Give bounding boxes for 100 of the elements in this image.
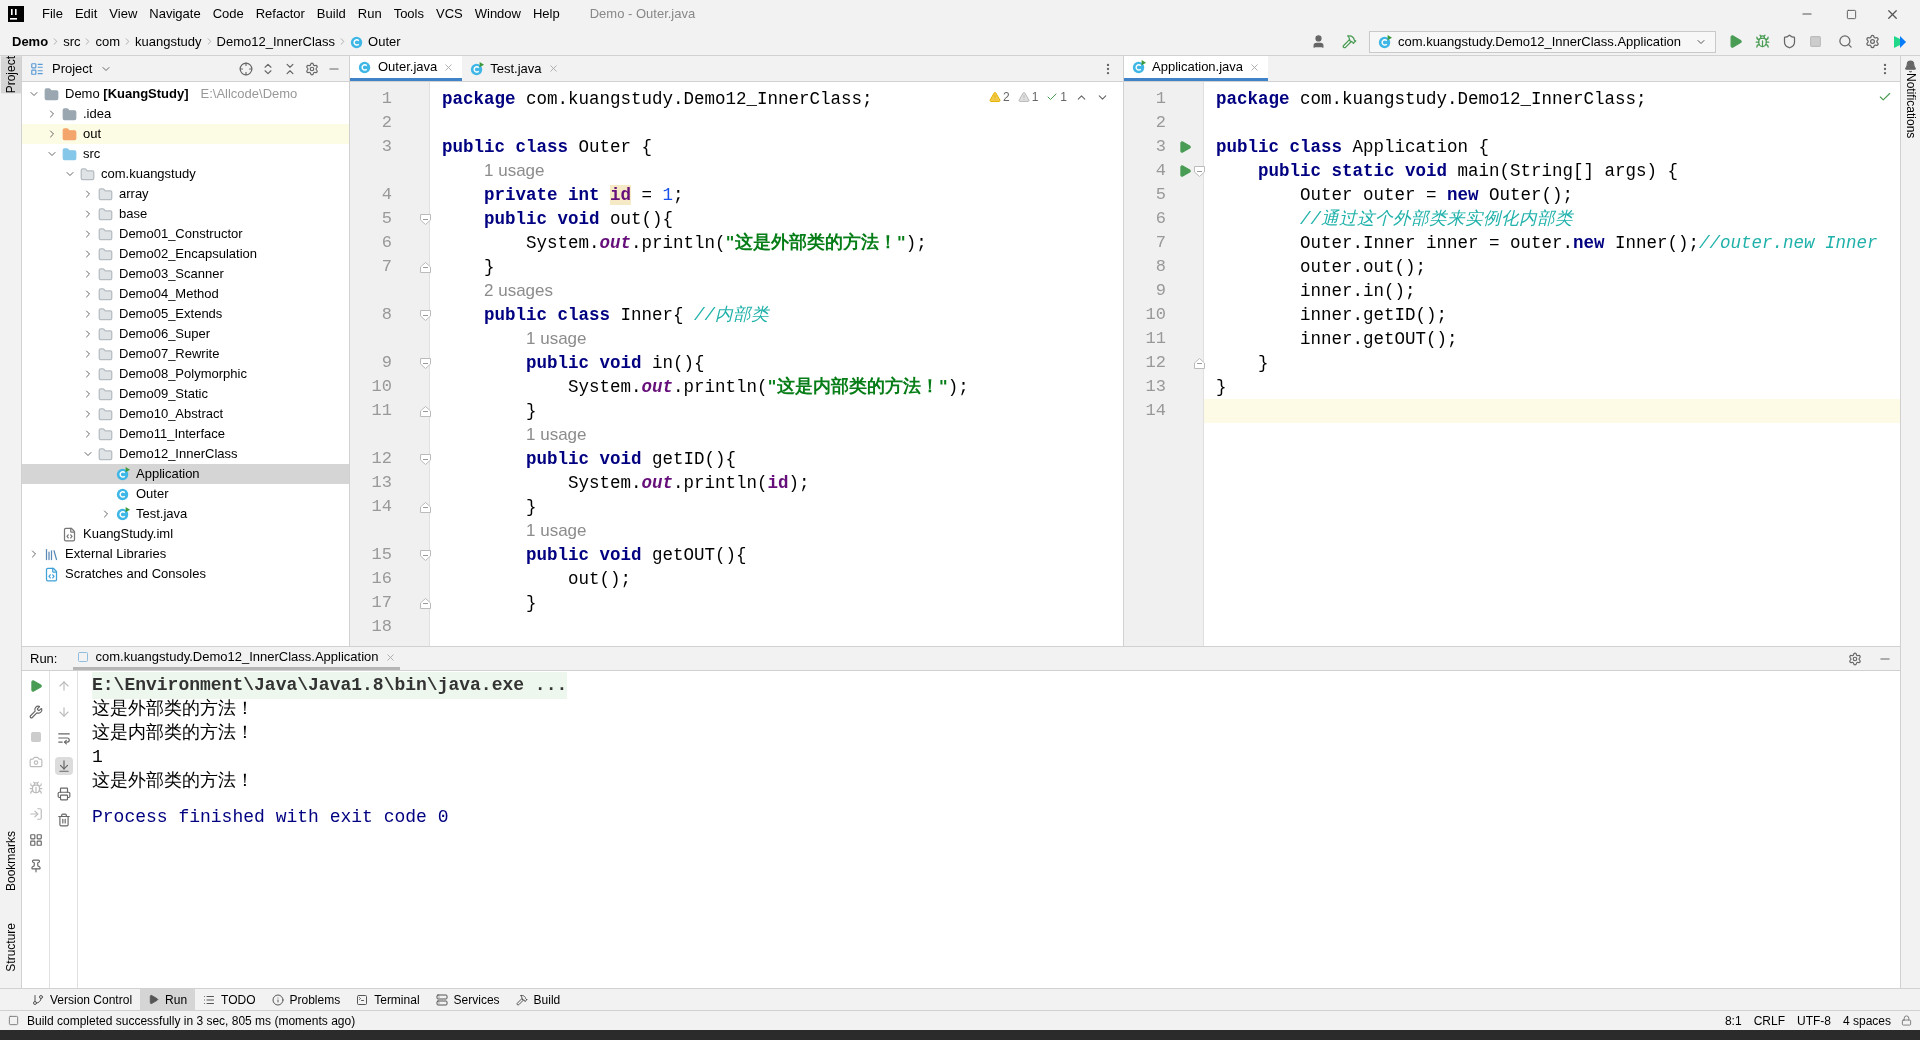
hammer-icon[interactable] [1341,34,1357,49]
collapse-all-icon[interactable] [283,61,297,76]
editor-tab[interactable]: Test.java [462,56,567,81]
tree-item[interactable]: Demo09_Static [22,384,349,404]
status-item[interactable]: CRLF [1747,1011,1791,1030]
status-item[interactable]: UTF-8 [1790,1011,1837,1030]
locate-icon[interactable] [239,61,253,76]
menu-item[interactable]: Window [468,4,527,24]
tree-item[interactable]: base [22,204,349,224]
side-tool-tab[interactable]: Structure [0,923,21,972]
menu-item[interactable]: Edit [68,4,104,24]
breadcrumb[interactable]: com [95,31,121,52]
rerun-icon[interactable] [28,679,43,693]
fold-marker-icon[interactable] [420,453,431,465]
menu-item[interactable]: Run [351,4,388,24]
tree-item[interactable]: Demo08_Polymorphic [22,364,349,384]
print-icon[interactable] [56,787,71,801]
fold-marker-icon[interactable] [420,309,431,321]
status-item[interactable]: 4 spaces [1836,1011,1897,1030]
tree-item[interactable]: Scratches and Consoles [22,564,349,584]
tree-item[interactable]: array [22,184,349,204]
menu-item[interactable]: Navigate [143,4,207,24]
breadcrumb[interactable]: kuangstudy [135,31,202,52]
tree-item[interactable]: External Libraries [22,544,349,564]
menu-item[interactable]: File [36,4,69,24]
user-icon[interactable] [1310,34,1326,49]
menu-item[interactable]: Help [526,4,566,24]
stop-icon[interactable] [1809,35,1822,48]
tree-item[interactable]: Demo05_Extends [22,304,349,324]
tree-item[interactable]: com.kuangstudy [22,164,349,184]
tree-item[interactable]: Demo10_Abstract [22,404,349,424]
coverage-icon[interactable] [1782,34,1797,49]
tree-item[interactable]: Application [22,464,349,484]
up-icon[interactable] [56,679,71,693]
menu-item[interactable]: Tools [387,4,430,24]
tree-item[interactable]: src [22,144,349,164]
breadcrumb[interactable]: Demo [12,31,49,52]
layout-icon[interactable] [28,833,43,847]
side-tool-tab[interactable]: Notifications [1900,73,1920,139]
debug-icon[interactable] [28,781,43,795]
panel-title[interactable]: Project [52,58,93,79]
status-icon[interactable] [8,1015,19,1026]
restore-icon[interactable] [1846,8,1857,20]
tool-window-tab[interactable]: Version Control [24,989,141,1010]
login-icon[interactable] [28,807,43,821]
fold-marker-icon[interactable] [1194,357,1205,369]
close-tab-icon[interactable] [1249,61,1261,73]
tree-item[interactable]: Demo06_Super [22,324,349,344]
close-tab-icon[interactable] [384,651,396,663]
tree-item[interactable]: Test.java [22,504,349,524]
trash-icon[interactable] [56,813,71,827]
run-config-dropdown[interactable]: com.kuangstudy.Demo12_InnerClass.Application [1368,30,1716,53]
inspection-count[interactable]: 2 [988,88,1010,106]
fold-marker-icon[interactable] [1194,165,1205,177]
fold-marker-icon[interactable] [420,405,431,417]
tree-item[interactable]: out [22,124,349,144]
status-item[interactable]: 8:1 [1718,1011,1748,1030]
settings-icon[interactable] [1865,34,1880,49]
settings-icon[interactable] [1848,651,1862,666]
breadcrumb[interactable]: Outer [350,31,401,52]
breadcrumb[interactable]: src [63,31,81,52]
code-editor[interactable] [1124,82,1900,646]
breadcrumb[interactable]: Demo12_InnerClass [216,31,336,52]
menu-item[interactable]: VCS [430,4,469,24]
inspection-count[interactable]: 1 [1017,88,1039,106]
side-tool-tab[interactable]: Bookmarks [0,831,21,892]
tree-item[interactable]: KuangStudy.iml [22,524,349,544]
tool-window-tab[interactable]: Terminal [348,989,428,1010]
tree-item[interactable]: Demo03_Scanner [22,264,349,284]
inspection-count[interactable]: 1 [1046,88,1067,106]
tree-item[interactable]: Demo07_Rewrite [22,344,349,364]
settings-icon[interactable] [305,61,319,76]
run-gutter-icon[interactable] [1178,164,1192,178]
tree-item[interactable]: .idea [22,104,349,124]
tree-item[interactable]: Demo12_InnerClass [22,444,349,464]
editor-tab[interactable]: Outer.java [350,56,463,81]
tree-item[interactable]: Outer [22,484,349,504]
code-editor[interactable] [350,82,1123,646]
run-icon[interactable] [1728,34,1743,49]
wrench-icon[interactable] [28,705,43,719]
tree-item[interactable]: Demo01_Constructor [22,224,349,244]
tool-window-tab[interactable]: Run [140,989,196,1010]
menu-item[interactable]: Refactor [249,4,311,24]
close-tab-icon[interactable] [443,61,455,73]
down-icon[interactable] [56,705,71,719]
plugin-logo-icon[interactable] [1892,33,1908,50]
menu-item[interactable]: View [103,4,144,24]
tool-window-tab[interactable]: Problems [263,989,349,1010]
run-gutter-icon[interactable] [1178,140,1192,154]
pin-icon[interactable] [28,859,43,873]
tool-window-tab[interactable]: TODO [195,989,264,1010]
fold-marker-icon[interactable] [420,549,431,561]
fold-marker-icon[interactable] [420,357,431,369]
side-tool-tab[interactable]: Project [0,56,21,94]
close-tab-icon[interactable] [547,63,559,74]
debug-icon[interactable] [1755,34,1770,49]
tool-window-tab[interactable]: Build [507,989,569,1010]
fold-marker-icon[interactable] [420,501,431,513]
tree-item[interactable]: Demo02_Encapsulation [22,244,349,264]
fold-marker-icon[interactable] [420,261,431,273]
